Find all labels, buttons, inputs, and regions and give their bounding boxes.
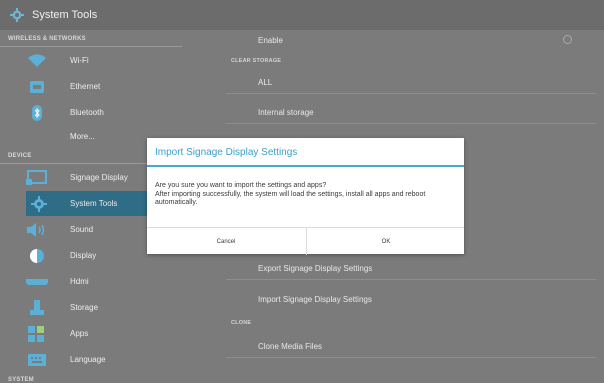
sidebar-item-label: Bluetooth — [70, 108, 104, 117]
export-settings-row[interactable]: Export Signage Display Settings — [182, 258, 596, 280]
display-icon — [26, 248, 48, 264]
ok-button[interactable]: OK — [306, 228, 465, 255]
storage-icon — [26, 299, 48, 316]
dialog-message-line1: Are you sure you want to import the sett… — [155, 182, 327, 189]
ethernet-icon — [26, 79, 48, 95]
sidebar-item-label: More... — [70, 132, 95, 141]
sidebar-item-label: Apps — [70, 329, 89, 338]
dialog-title: Import Signage Display Settings — [155, 147, 298, 158]
gear-icon — [28, 195, 50, 212]
category-wireless-networks: WIRELESS & NETWORKS — [8, 36, 86, 42]
enable-row[interactable]: Enable — [182, 30, 576, 52]
sidebar-item-label: Sound — [70, 225, 94, 234]
sidebar-item-label: Hdmi — [70, 277, 89, 286]
dialog-title-divider — [147, 165, 464, 167]
sidebar-item-label: Signage Display — [70, 173, 128, 182]
sidebar-item-hdmi[interactable]: Hdmi — [0, 269, 182, 294]
import-settings-label: Import Signage Display Settings — [258, 295, 372, 304]
speaker-icon — [26, 222, 48, 238]
internal-storage-row[interactable]: Internal storage — [182, 102, 596, 124]
apps-icon — [26, 325, 48, 342]
sidebar-item-wifi[interactable]: Wi-Fi — [0, 48, 182, 73]
row-divider — [226, 357, 596, 358]
dialog-message-line2: After importing successfully, the system… — [155, 190, 426, 207]
sidebar-item-ethernet[interactable]: Ethernet — [0, 74, 182, 99]
sidebar-item-label: System Tools — [70, 199, 118, 208]
dialog-message: Are you sure you want to import the sett… — [155, 182, 458, 208]
section-clone: CLONE — [231, 320, 252, 326]
category-device: DEVICE — [8, 153, 32, 159]
signage-display-icon — [26, 169, 48, 186]
clear-all-row[interactable]: ALL — [182, 72, 596, 94]
import-settings-dialog: Import Signage Display Settings Are you … — [147, 138, 464, 255]
dialog-button-bar: Cancel OK — [147, 227, 464, 255]
sidebar-item-storage[interactable]: Storage — [0, 295, 182, 320]
clone-media-row[interactable]: Clone Media Files — [182, 336, 596, 358]
window-title: System Tools — [32, 9, 98, 21]
row-divider — [226, 93, 596, 94]
wifi-icon — [26, 53, 48, 69]
clear-all-label: ALL — [258, 78, 273, 87]
section-clear-storage: CLEAR STORAGE — [231, 58, 282, 64]
sidebar-item-label: Wi-Fi — [70, 56, 89, 65]
internal-storage-label: Internal storage — [258, 108, 314, 117]
bluetooth-icon — [26, 104, 48, 121]
clone-media-label: Clone Media Files — [258, 342, 323, 351]
row-divider — [226, 123, 596, 124]
enable-radio[interactable] — [563, 35, 572, 44]
export-settings-label: Export Signage Display Settings — [258, 264, 373, 273]
row-divider — [226, 279, 596, 280]
cancel-button[interactable]: Cancel — [147, 228, 305, 255]
keyboard-icon — [26, 352, 48, 368]
sidebar-item-bluetooth[interactable]: Bluetooth — [0, 100, 182, 125]
sidebar-item-language[interactable]: Language — [0, 347, 182, 372]
sidebar-item-label: Storage — [70, 303, 99, 312]
title-bar: System Tools — [0, 0, 604, 30]
import-settings-row[interactable]: Import Signage Display Settings — [182, 289, 576, 311]
gear-icon — [10, 8, 24, 22]
sidebar-item-apps[interactable]: Apps — [0, 321, 182, 346]
enable-label: Enable — [258, 36, 283, 45]
sidebar-item-label: Display — [70, 251, 97, 260]
sidebar-item-label: Language — [70, 355, 106, 364]
sidebar-item-label: Ethernet — [70, 82, 101, 91]
category-system: SYSTEM — [8, 377, 34, 383]
hdmi-icon — [26, 274, 48, 290]
category-divider — [0, 46, 182, 47]
